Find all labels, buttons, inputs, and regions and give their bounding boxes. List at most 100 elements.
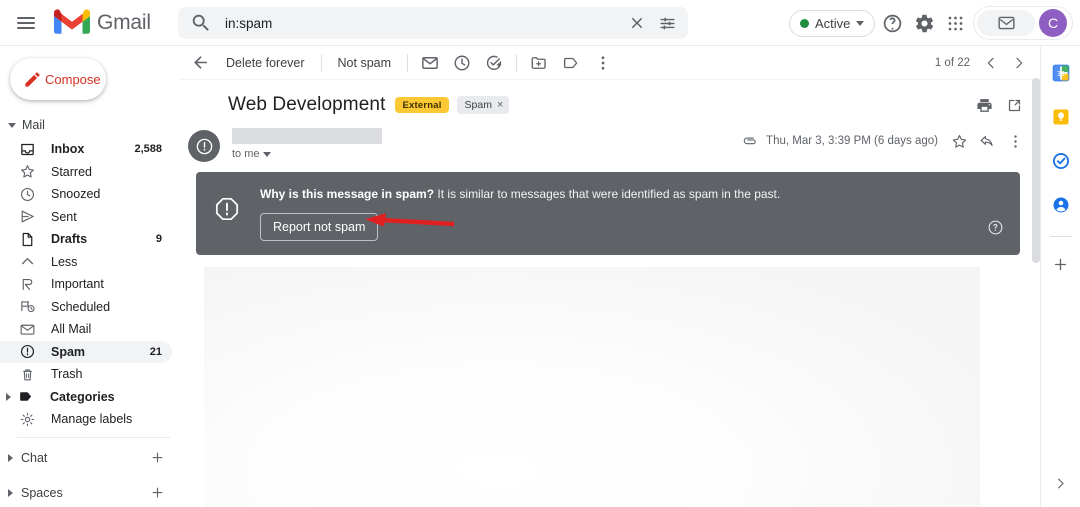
next-message-button[interactable] (1006, 50, 1032, 76)
all-mail-icon (17, 319, 37, 339)
sidebar-group-chat[interactable]: Chat (0, 443, 180, 473)
sidebar-group-label: Chat (21, 451, 146, 465)
snooze-button[interactable] (446, 48, 478, 78)
expand-side-panel-button[interactable] (1047, 469, 1075, 497)
sidebar-item-label: Manage labels (51, 412, 162, 426)
sidebar-item-trash[interactable]: Trash (0, 363, 172, 386)
sidebar-item-starred[interactable]: Starred (0, 161, 172, 184)
spam-warning-icon (214, 196, 240, 222)
search-options-icon (658, 14, 677, 33)
sidebar-item-drafts[interactable]: Drafts9 (0, 228, 172, 251)
mail-section-label: Mail (22, 118, 45, 132)
report-not-spam-button[interactable]: Report not spam (260, 213, 378, 241)
label-icon (16, 387, 36, 407)
pagination: 1 of 22 (935, 50, 1032, 76)
chevron-down-icon (856, 21, 864, 26)
move-to-button[interactable] (523, 48, 555, 78)
search-clear-button[interactable] (622, 8, 652, 38)
compose-button[interactable]: Compose (10, 58, 106, 100)
arrow-left-icon (191, 53, 210, 72)
avatar[interactable]: C (1039, 9, 1067, 37)
spam-banner-explanation: It is similar to messages that were iden… (434, 187, 780, 201)
plus-icon (1052, 256, 1069, 273)
chevron-left-icon (983, 55, 999, 71)
sidebar-group-label: Spaces (21, 486, 146, 500)
sidebar-item-scheduled[interactable]: Scheduled (0, 296, 172, 319)
reply-button[interactable] (974, 128, 1000, 154)
google-calendar-button[interactable]: 31 (1046, 58, 1076, 88)
spam-banner-question: Why is this message in spam? (260, 187, 434, 201)
chevron-right-icon (8, 454, 13, 462)
sidebar-group-spaces[interactable]: Spaces (0, 478, 180, 507)
close-icon[interactable]: × (497, 99, 503, 111)
spam-icon (17, 342, 37, 362)
sidebar-item-manage-labels[interactable]: Manage labels (0, 408, 172, 431)
subject-row: Web Development External Spam × (180, 80, 1040, 124)
sender-avatar[interactable] (188, 130, 220, 162)
add-side-app-button[interactable] (1046, 249, 1076, 279)
message-more-button[interactable] (1002, 128, 1028, 154)
more-options-button[interactable] (587, 48, 619, 78)
email-body-content (204, 267, 980, 507)
sidebar-item-count: 2,588 (134, 143, 162, 155)
google-keep-button[interactable] (1046, 102, 1076, 132)
message-scrollbar[interactable] (1032, 78, 1040, 263)
sidebar-item-spam[interactable]: Spam21 (0, 341, 172, 364)
mail-nav-list: Inbox2,588StarredSnoozedSentDrafts9 Less I… (0, 138, 180, 431)
gmail-logo-icon (54, 9, 90, 36)
not-spam-button[interactable]: Not spam (328, 48, 402, 78)
open-in-new-window-button[interactable] (1000, 91, 1028, 119)
mark-unread-button[interactable] (414, 48, 446, 78)
settings-button[interactable] (907, 6, 941, 40)
account-controls: C (973, 6, 1073, 40)
mail-section-header[interactable]: Mail (0, 112, 180, 138)
clock-icon (17, 184, 37, 204)
sidebar-item-less[interactable]: Less (0, 251, 172, 274)
mail-toggle-button[interactable] (977, 10, 1035, 36)
help-button[interactable] (875, 6, 909, 40)
google-contacts-button[interactable] (1046, 190, 1076, 220)
reading-pane: Delete forever Not spam (180, 46, 1040, 507)
main-menu-button[interactable] (6, 3, 46, 43)
search-input[interactable] (225, 16, 622, 31)
sidebar-item-label: Drafts (51, 232, 156, 246)
chevron-right-icon (1053, 476, 1068, 491)
mail-toggle-icon (998, 16, 1015, 30)
sidebar-item-sent[interactable]: Sent (0, 206, 172, 229)
add-task-icon (485, 54, 503, 72)
gmail-logo[interactable]: Gmail (54, 9, 151, 36)
previous-message-button[interactable] (978, 50, 1004, 76)
status-pill[interactable]: Active (789, 10, 875, 37)
star-button[interactable] (946, 128, 972, 154)
pagination-label: 1 of 22 (935, 57, 970, 69)
sidebar-item-label: Less (51, 255, 162, 269)
sidebar-item-categories[interactable]: Categories (0, 386, 172, 409)
toolbar-separator (516, 54, 517, 72)
back-button[interactable] (184, 48, 216, 78)
spam-banner-body: Why is this message in spam? It is simil… (260, 186, 1004, 241)
sidebar-item-inbox[interactable]: Inbox2,588 (0, 138, 172, 161)
google-tasks-button[interactable] (1046, 146, 1076, 176)
google-keep-icon (1051, 107, 1071, 127)
sidebar-item-all-mail[interactable]: All Mail (0, 318, 172, 341)
labels-button[interactable] (555, 48, 587, 78)
add-to-tasks-button[interactable] (478, 48, 510, 78)
sidebar-item-snoozed[interactable]: Snoozed (0, 183, 172, 206)
recipient-label: to me (232, 148, 260, 160)
chevron-right-icon[interactable] (6, 393, 16, 401)
left-sidebar: Compose Mail Inbox2,588StarredSnoozedSen… (0, 46, 180, 507)
toolbar-separator (321, 54, 322, 72)
sidebar-item-important[interactable]: Important (0, 273, 172, 296)
help-icon (987, 219, 1004, 236)
add-chat-button[interactable] (146, 447, 168, 469)
search-options-button[interactable] (652, 8, 682, 38)
add-spaces-button[interactable] (146, 482, 168, 504)
clock-icon (453, 54, 471, 72)
print-button[interactable] (970, 91, 998, 119)
recipient-toggle[interactable]: to me (232, 148, 382, 160)
spam-label-chip[interactable]: Spam × (457, 96, 510, 114)
search-bar[interactable] (178, 7, 688, 39)
google-apps-button[interactable] (938, 6, 972, 40)
spam-banner-help-button[interactable] (987, 219, 1004, 241)
delete-forever-button[interactable]: Delete forever (216, 48, 315, 78)
